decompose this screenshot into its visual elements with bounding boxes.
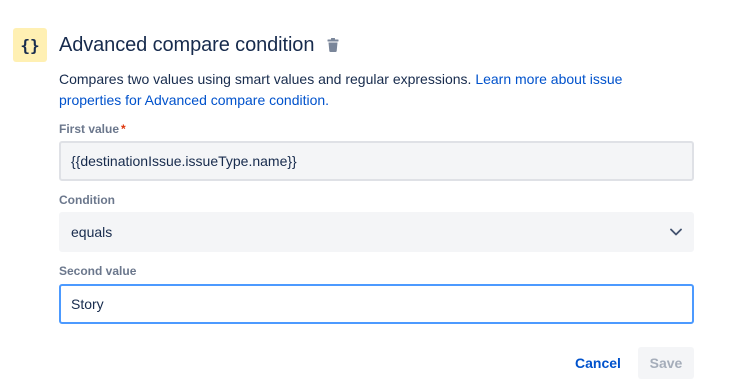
required-asterisk: * [121, 122, 126, 136]
trash-icon[interactable] [326, 37, 340, 53]
condition-description: Compares two values using smart values a… [59, 69, 679, 111]
first-value-input[interactable]: {{destinationIssue.issueType.name}} [59, 141, 694, 181]
description-text: Compares two values using smart values a… [59, 71, 476, 87]
save-button[interactable]: Save [638, 347, 694, 379]
second-value-label: Second value [59, 264, 136, 278]
condition-label-text: Condition [59, 193, 115, 207]
condition-select[interactable]: equals [59, 212, 694, 252]
second-value-input[interactable]: Story [59, 284, 694, 324]
first-value-text: {{destinationIssue.issueType.name}} [71, 153, 297, 169]
second-value-text: Story [71, 296, 104, 312]
condition-title: Advanced compare condition [59, 33, 315, 56]
advanced-compare-condition-panel: {} Advanced compare condition Compares t… [0, 0, 751, 392]
cancel-button[interactable]: Cancel [567, 347, 629, 379]
chevron-down-icon [670, 226, 682, 238]
condition-label: Condition [59, 193, 115, 207]
condition-header: {} Advanced compare condition [13, 28, 340, 62]
smart-value-icon: {} [13, 28, 47, 62]
second-value-label-text: Second value [59, 264, 137, 278]
condition-selected-value: equals [71, 224, 113, 240]
first-value-label-text: First value [59, 122, 120, 136]
first-value-label: First value * [59, 122, 126, 136]
